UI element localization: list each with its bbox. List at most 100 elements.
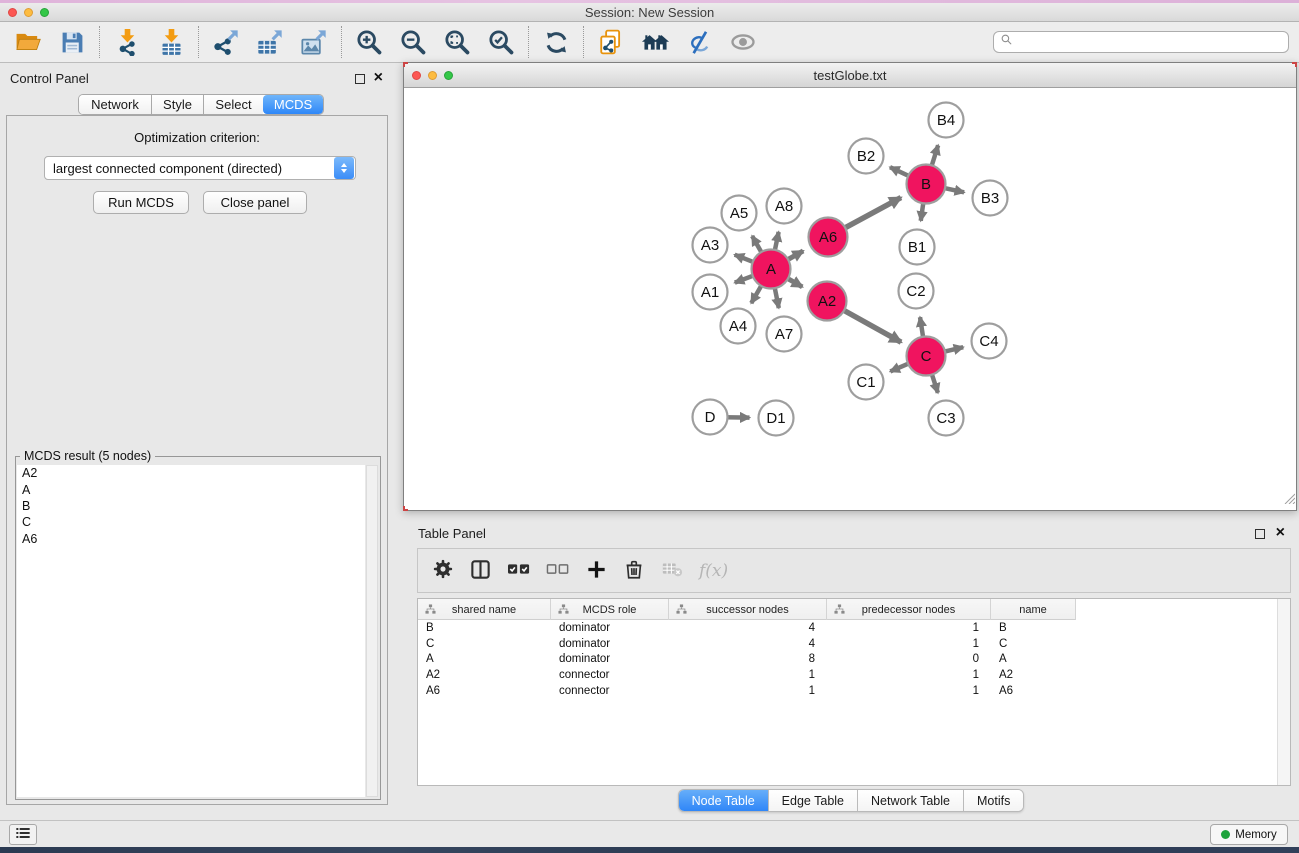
export-table-button[interactable] xyxy=(252,25,288,59)
table-row[interactable]: A6connector11A6 xyxy=(418,683,1277,699)
table-panel-float-icon[interactable] xyxy=(1255,529,1265,539)
node-C2[interactable]: C2 xyxy=(899,274,934,309)
export-network-button[interactable] xyxy=(208,25,244,59)
mcds-result-item[interactable]: A xyxy=(17,481,365,497)
task-history-button[interactable] xyxy=(9,824,37,845)
tab-network-table[interactable]: Network Table xyxy=(857,790,963,811)
zoom-window-button[interactable] xyxy=(40,8,49,17)
node-B3[interactable]: B3 xyxy=(973,181,1008,216)
node-A1[interactable]: A1 xyxy=(693,275,728,310)
run-mcds-button[interactable]: Run MCDS xyxy=(93,191,189,214)
node-B1[interactable]: B1 xyxy=(900,230,935,265)
edge-A6-B[interactable] xyxy=(843,198,901,230)
cell-predecessor-nodes: 1 xyxy=(827,638,991,650)
resize-grip[interactable] xyxy=(1282,491,1295,509)
control-panel-float-icon[interactable] xyxy=(355,74,365,84)
export-image-button[interactable] xyxy=(296,25,332,59)
refresh-layout-button[interactable] xyxy=(538,25,574,59)
select-all-button[interactable] xyxy=(507,554,531,588)
control-panel-title: Control Panel xyxy=(10,71,89,86)
zoom-out-button[interactable] xyxy=(395,25,431,59)
save-session-button[interactable] xyxy=(54,25,90,59)
column-header-mcds-role[interactable]: MCDS role xyxy=(551,599,669,620)
node-A7[interactable]: A7 xyxy=(767,317,802,352)
network-from-file-button[interactable] xyxy=(593,25,629,59)
close-window-button[interactable] xyxy=(8,8,17,17)
table-panel-close-icon[interactable]: × xyxy=(1276,527,1285,539)
zoom-selected-button[interactable] xyxy=(483,25,519,59)
zoom-in-button[interactable] xyxy=(351,25,387,59)
hide-graphics-details-button[interactable] xyxy=(681,25,717,59)
column-header-predecessor-nodes[interactable]: predecessor nodes xyxy=(827,599,991,620)
node-A6[interactable]: A6 xyxy=(809,218,848,257)
node-A5[interactable]: A5 xyxy=(722,196,757,231)
table-tabs: Node TableEdge TableNetwork TableMotifs xyxy=(403,789,1299,812)
control-panel-close-icon[interactable]: × xyxy=(374,72,383,84)
tab-select[interactable]: Select xyxy=(203,95,263,114)
deselect-all-button[interactable] xyxy=(546,554,570,588)
mcds-result-item[interactable]: A6 xyxy=(17,531,365,547)
tab-style[interactable]: Style xyxy=(151,95,203,114)
delete-columns-button[interactable] xyxy=(623,554,645,588)
create-column-button[interactable] xyxy=(585,554,608,588)
mcds-result-scrollbar[interactable] xyxy=(366,465,378,797)
column-header-name[interactable]: name xyxy=(991,599,1076,620)
tab-edge-table[interactable]: Edge Table xyxy=(768,790,857,811)
cell-mcds-role: connector xyxy=(551,685,669,697)
table-scrollbar[interactable] xyxy=(1277,599,1290,785)
table-row[interactable]: A2connector11A2 xyxy=(418,667,1277,683)
table-row[interactable]: Bdominator41B xyxy=(418,620,1277,636)
svg-text:A8: A8 xyxy=(775,198,793,215)
search-input[interactable] xyxy=(1017,35,1282,49)
optimization-criterion-label: Optimization criterion: xyxy=(7,130,387,145)
node-B4[interactable]: B4 xyxy=(929,103,964,138)
memory-button[interactable]: Memory xyxy=(1210,824,1288,845)
minimize-window-button[interactable] xyxy=(24,8,33,17)
node-C[interactable]: C xyxy=(907,337,946,376)
edge-A2-C[interactable] xyxy=(841,309,901,342)
node-A8[interactable]: A8 xyxy=(767,189,802,224)
tab-mcds[interactable]: MCDS xyxy=(263,95,323,114)
mcds-result-list[interactable]: A2ABCA6 xyxy=(17,465,365,797)
search-field[interactable] xyxy=(993,31,1289,53)
node-B2[interactable]: B2 xyxy=(849,139,884,174)
node-D1[interactable]: D1 xyxy=(759,401,794,436)
node-C1[interactable]: C1 xyxy=(849,365,884,400)
node-A2[interactable]: A2 xyxy=(808,282,847,321)
table-row[interactable]: Adominator80A xyxy=(418,651,1277,667)
column-display-button[interactable] xyxy=(469,554,492,588)
network-zoom-button[interactable] xyxy=(444,71,453,80)
close-panel-button[interactable]: Close panel xyxy=(203,191,307,214)
mcds-result-item[interactable]: A2 xyxy=(17,465,365,481)
table-options-button[interactable] xyxy=(432,554,454,588)
criterion-dropdown[interactable]: largest connected component (directed) xyxy=(44,156,356,180)
column-header-shared-name[interactable]: shared name xyxy=(418,599,551,620)
node-A4[interactable]: A4 xyxy=(721,309,756,344)
network-close-button[interactable] xyxy=(412,71,421,80)
node-A3[interactable]: A3 xyxy=(693,228,728,263)
import-table-button[interactable] xyxy=(153,25,189,59)
node-B[interactable]: B xyxy=(907,165,946,204)
show-graphics-details-button[interactable] xyxy=(725,25,761,59)
network-canvas[interactable]: B4 B2 B B3 A8 A5 A6 A3 B1 A C2 A1 A2 A4 A7 C4 C C1 D D1 C3 xyxy=(404,88,1296,510)
import-network-button[interactable] xyxy=(109,25,145,59)
cell-mcds-role: dominator xyxy=(551,622,669,634)
mcds-result-item[interactable]: B xyxy=(17,498,365,514)
network-minimize-button[interactable] xyxy=(428,71,437,80)
tab-node-table[interactable]: Node Table xyxy=(679,790,768,811)
node-C3[interactable]: C3 xyxy=(929,401,964,436)
cell-shared-name: A xyxy=(418,653,551,665)
node-C4[interactable]: C4 xyxy=(972,324,1007,359)
mcds-result-item[interactable]: C xyxy=(17,514,365,530)
tab-motifs[interactable]: Motifs xyxy=(963,790,1023,811)
table-row[interactable]: Cdominator41C xyxy=(418,636,1277,652)
tab-network[interactable]: Network xyxy=(79,95,151,114)
network-window-titlebar[interactable]: testGlobe.txt xyxy=(404,63,1296,88)
node-A[interactable]: A xyxy=(752,250,791,289)
column-header-successor-nodes[interactable]: successor nodes xyxy=(669,599,827,620)
open-session-button[interactable] xyxy=(10,25,46,59)
zoom-fit-button[interactable] xyxy=(439,25,475,59)
network-window-controls xyxy=(412,71,453,80)
home-button[interactable] xyxy=(637,25,673,59)
node-D[interactable]: D xyxy=(693,400,728,435)
